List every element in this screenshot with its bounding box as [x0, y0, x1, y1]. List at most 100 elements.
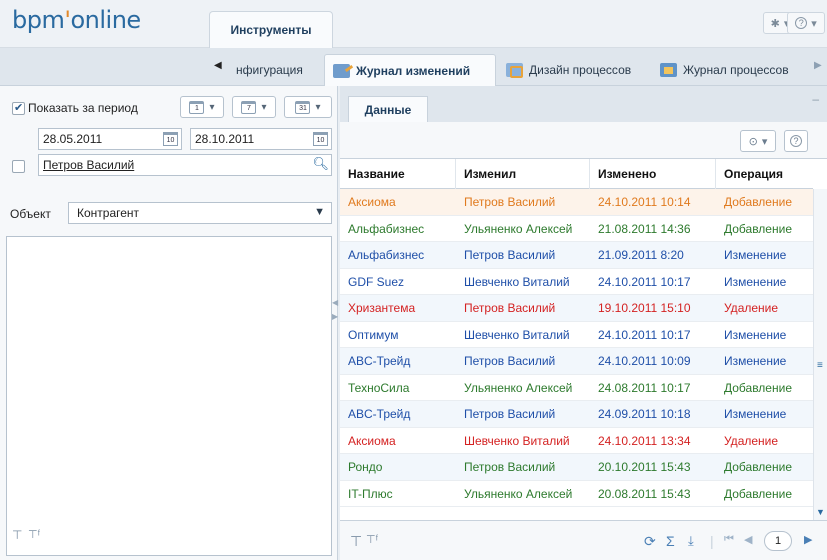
table-row[interactable]: ABC-Трейд Петров Василий 24.09.2011 10:18 И…: [340, 401, 813, 428]
column-name[interactable]: Название: [340, 159, 456, 189]
cell-changed-at: 19.10.2011 15:10: [598, 301, 691, 316]
vertical-scrollbar[interactable]: ≡ ▼: [813, 189, 827, 520]
calendar-day-icon: 1: [189, 100, 205, 114]
table-row[interactable]: Альфабизнес Петров Василий 21.09.2011 8:20…: [340, 242, 813, 269]
cell-changed-at: 24.08.2011 10:17: [598, 380, 691, 395]
cell-operation: Добавление: [724, 486, 792, 501]
tab-configuration[interactable]: нфигурация: [228, 54, 311, 86]
user-filter-checkbox[interactable]: [12, 160, 25, 173]
tab-process-log[interactable]: Журнал процессов: [652, 54, 797, 86]
cell-operation: Изменение: [724, 327, 787, 342]
search-icon[interactable]: 🔍︎: [312, 156, 329, 172]
calendar-icon[interactable]: 10: [163, 132, 178, 146]
scroll-right-icon[interactable]: ▶: [814, 60, 822, 71]
date-from-field[interactable]: 28.05.2011 10: [38, 128, 182, 150]
cell-changed-by: Петров Василий: [464, 195, 556, 210]
cell-changed-by: Петров Василий: [464, 460, 556, 475]
cell-changed-by: Шевченко Виталий: [464, 327, 570, 342]
cell-changed-at: 24.10.2011 13:34: [598, 433, 691, 448]
run-actions-button[interactable]: ⊙ ▾: [740, 130, 776, 152]
filter-icon[interactable]: ⊤: [12, 528, 22, 542]
cell-name: Альфабизнес: [348, 248, 425, 263]
table-row[interactable]: Альфабизнес Ульяненко Алексей 21.08.2011 1…: [340, 215, 813, 242]
table-row[interactable]: GDF Suez Шевченко Виталий 24.10.2011 10:17…: [340, 268, 813, 295]
export-icon[interactable]: ⤓: [688, 533, 694, 549]
period-label: Показать за период: [28, 101, 138, 115]
cell-operation: Изменение: [724, 274, 787, 289]
bpmonline-logo: bpm'online: [12, 6, 141, 34]
cell-changed-at: 21.09.2011 8:20: [598, 248, 684, 263]
scroll-thumb-icon[interactable]: ≡: [817, 361, 823, 371]
cell-name: Аксиома: [348, 195, 396, 210]
cell-name: GDF Suez: [348, 274, 405, 289]
table-row[interactable]: Оптимум Шевченко Виталий 24.10.2011 10:17 И…: [340, 321, 813, 348]
summary-icon[interactable]: Σ: [666, 533, 675, 549]
cell-name: Аксиома: [348, 433, 396, 448]
change-log-icon: [333, 63, 350, 78]
minimize-icon[interactable]: –: [812, 92, 819, 106]
cell-operation: Добавление: [724, 195, 792, 210]
cell-changed-at: 24.09.2011 10:18: [598, 407, 691, 422]
user-filter-field[interactable]: Петров Василий 🔍︎: [38, 154, 332, 176]
column-changed-by[interactable]: Изменил: [456, 159, 590, 189]
cell-changed-by: Петров Василий: [464, 301, 556, 316]
table-row[interactable]: IT-Плюс Ульяненко Алексей 20.08.2011 15:43…: [340, 480, 813, 507]
period-month-button[interactable]: 31 ▾: [284, 96, 332, 118]
refresh-icon[interactable]: ⟳: [644, 533, 656, 550]
cell-changed-at: 20.08.2011 15:43: [598, 486, 691, 501]
table-row[interactable]: Хризантема Петров Василий 19.10.2011 15:10…: [340, 295, 813, 322]
table-row[interactable]: ABC-Трейд Петров Василий 24.10.2011 10:09 И…: [340, 348, 813, 375]
tab-data[interactable]: Данные: [348, 96, 428, 122]
prev-page-icon[interactable]: ◀: [744, 533, 752, 546]
cell-changed-at: 24.10.2011 10:17: [598, 274, 691, 289]
object-select-value: Контрагент: [77, 206, 140, 220]
scroll-left-icon[interactable]: ◀: [214, 60, 222, 71]
calendar-icon[interactable]: 10: [313, 132, 328, 146]
object-select[interactable]: Контрагент ▼: [68, 202, 332, 224]
grid-help-button[interactable]: ?: [784, 130, 808, 152]
period-checkbox[interactable]: [12, 101, 25, 115]
date-from-value: 28.05.2011: [43, 132, 103, 146]
column-operation[interactable]: Операция: [716, 159, 813, 189]
table-row[interactable]: Рондо Петров Василий 20.10.2011 15:43 Добав…: [340, 454, 813, 481]
divider: |: [710, 533, 714, 549]
date-to-field[interactable]: 28.10.2011 10: [190, 128, 332, 150]
tab-process-design[interactable]: Дизайн процессов: [498, 54, 639, 86]
filter-icon[interactable]: ⊤: [350, 533, 362, 550]
cell-changed-at: 20.10.2011 15:43: [598, 460, 691, 475]
filter-settings-icon[interactable]: ⊤ᶠ: [28, 528, 40, 541]
collapse-left-icon[interactable]: ◀: [332, 296, 340, 310]
help-button[interactable]: ? ▾: [787, 12, 825, 34]
period-week-button[interactable]: 7 ▾: [232, 96, 276, 118]
next-page-icon[interactable]: ▶: [804, 533, 812, 546]
object-list[interactable]: [6, 236, 332, 556]
grid-footer: ⊤ ⊤ᶠ ⟳ Σ ⤓ | ⏮ ◀ 1 ▶: [340, 520, 827, 560]
cell-operation: Добавление: [724, 221, 792, 236]
table-row[interactable]: Аксиома Шевченко Виталий 24.10.2011 13:34 У…: [340, 427, 813, 454]
cell-changed-by: Петров Василий: [464, 248, 556, 263]
table-row[interactable]: ТехноСила Ульяненко Алексей 24.08.2011 10:…: [340, 374, 813, 401]
column-changed-at[interactable]: Изменено: [590, 159, 716, 189]
chevron-down-icon: ▼: [314, 206, 325, 218]
cell-name: IT-Плюс: [348, 486, 393, 501]
page-number-input[interactable]: 1: [764, 531, 792, 551]
play-icon: ⊙: [748, 135, 758, 148]
grid-body: Аксиома Петров Василий 24.10.2011 10:14 Доб…: [340, 189, 813, 520]
calendar-week-icon: 7: [241, 100, 257, 114]
table-row[interactable]: Аксиома Петров Василий 24.10.2011 10:14 Доб…: [340, 189, 813, 216]
panel-splitter[interactable]: ◀ ▶: [332, 296, 340, 356]
chevron-down-icon: ▾: [261, 101, 267, 113]
cell-operation: Добавление: [724, 380, 792, 395]
cell-operation: Изменение: [724, 248, 787, 263]
first-page-icon[interactable]: ⏮: [724, 533, 734, 546]
period-day-button[interactable]: 1 ▾: [180, 96, 224, 118]
calendar-month-icon: 31: [295, 100, 311, 114]
tab-change-log[interactable]: Журнал изменений: [324, 54, 496, 86]
tab-tools[interactable]: Инструменты: [209, 11, 333, 48]
expand-right-icon[interactable]: ▶: [332, 310, 340, 324]
cell-name: ТехноСила: [348, 380, 410, 395]
filter-settings-icon[interactable]: ⊤ᶠ: [366, 533, 378, 546]
scroll-down-icon[interactable]: ▼: [816, 507, 825, 517]
chevron-down-icon: ▾: [209, 101, 215, 113]
cell-changed-at: 24.10.2011 10:17: [598, 327, 691, 342]
